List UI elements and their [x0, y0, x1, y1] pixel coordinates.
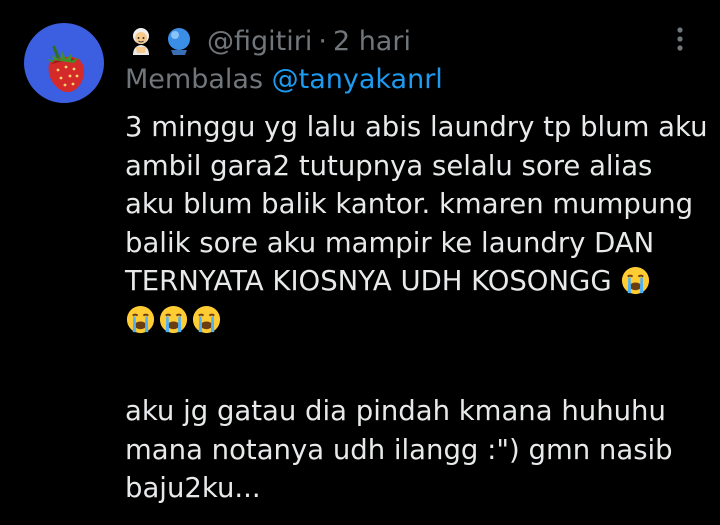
tweet-text: 3 minggu yg lalu abis laundry tp blum ak…	[125, 108, 708, 504]
emoji-row	[125, 301, 705, 340]
text-line: mana notanya udh ilangg :") gmn nasib	[125, 433, 673, 466]
paragraph-2: aku jg gatau dia pindah kmana huhuhu man…	[125, 392, 673, 508]
reply-mention-link[interactable]: @tanyakanrl	[272, 64, 443, 95]
loudly-crying-face-icon	[191, 304, 222, 335]
crystal-ball-emoji-icon	[163, 25, 195, 57]
timestamp[interactable]: 2 hari	[333, 26, 411, 57]
text-line: balik sore aku mampir ke laundry DAN	[125, 226, 655, 259]
paragraph-1: 3 minggu yg lalu abis laundry tp blum ak…	[125, 108, 708, 340]
text-line: aku blum balik kantor. kmaren mumpung	[125, 188, 694, 220]
more-vertical-icon	[677, 27, 683, 51]
text-line-with-emoji: TERNYATA KIOSNYA UDH KOSONGG	[125, 262, 705, 301]
loudly-crying-face-icon	[158, 304, 189, 335]
author-handle[interactable]: @figitiri	[207, 26, 312, 57]
tweet[interactable]: @figitiri · 2 hari Membalas @tanyakanrl …	[0, 0, 720, 525]
strawberry-icon	[46, 45, 85, 92]
text-line: aku jg gatau dia pindah kmana huhuhu	[125, 395, 666, 427]
reply-prefix: Membalas	[125, 64, 264, 95]
text-line: TERNYATA KIOSNYA UDH KOSONGG	[125, 265, 612, 297]
text-line: baju2ku...	[125, 472, 261, 504]
avatar[interactable]	[24, 23, 104, 103]
text-line: 3 minggu yg lalu abis laundry tp blum ak…	[125, 111, 708, 143]
separator-dot: ·	[318, 25, 327, 57]
text-line: ambil gara2 tutupnya selalu sore alias	[125, 149, 653, 182]
tweet-header: @figitiri · 2 hari	[125, 22, 411, 60]
loudly-crying-face-icon	[125, 304, 156, 335]
reply-context: Membalas @tanyakanrl	[125, 64, 443, 95]
more-options-button[interactable]	[666, 24, 694, 54]
genie-emoji-icon	[125, 25, 157, 57]
loudly-crying-face-icon	[620, 265, 651, 296]
